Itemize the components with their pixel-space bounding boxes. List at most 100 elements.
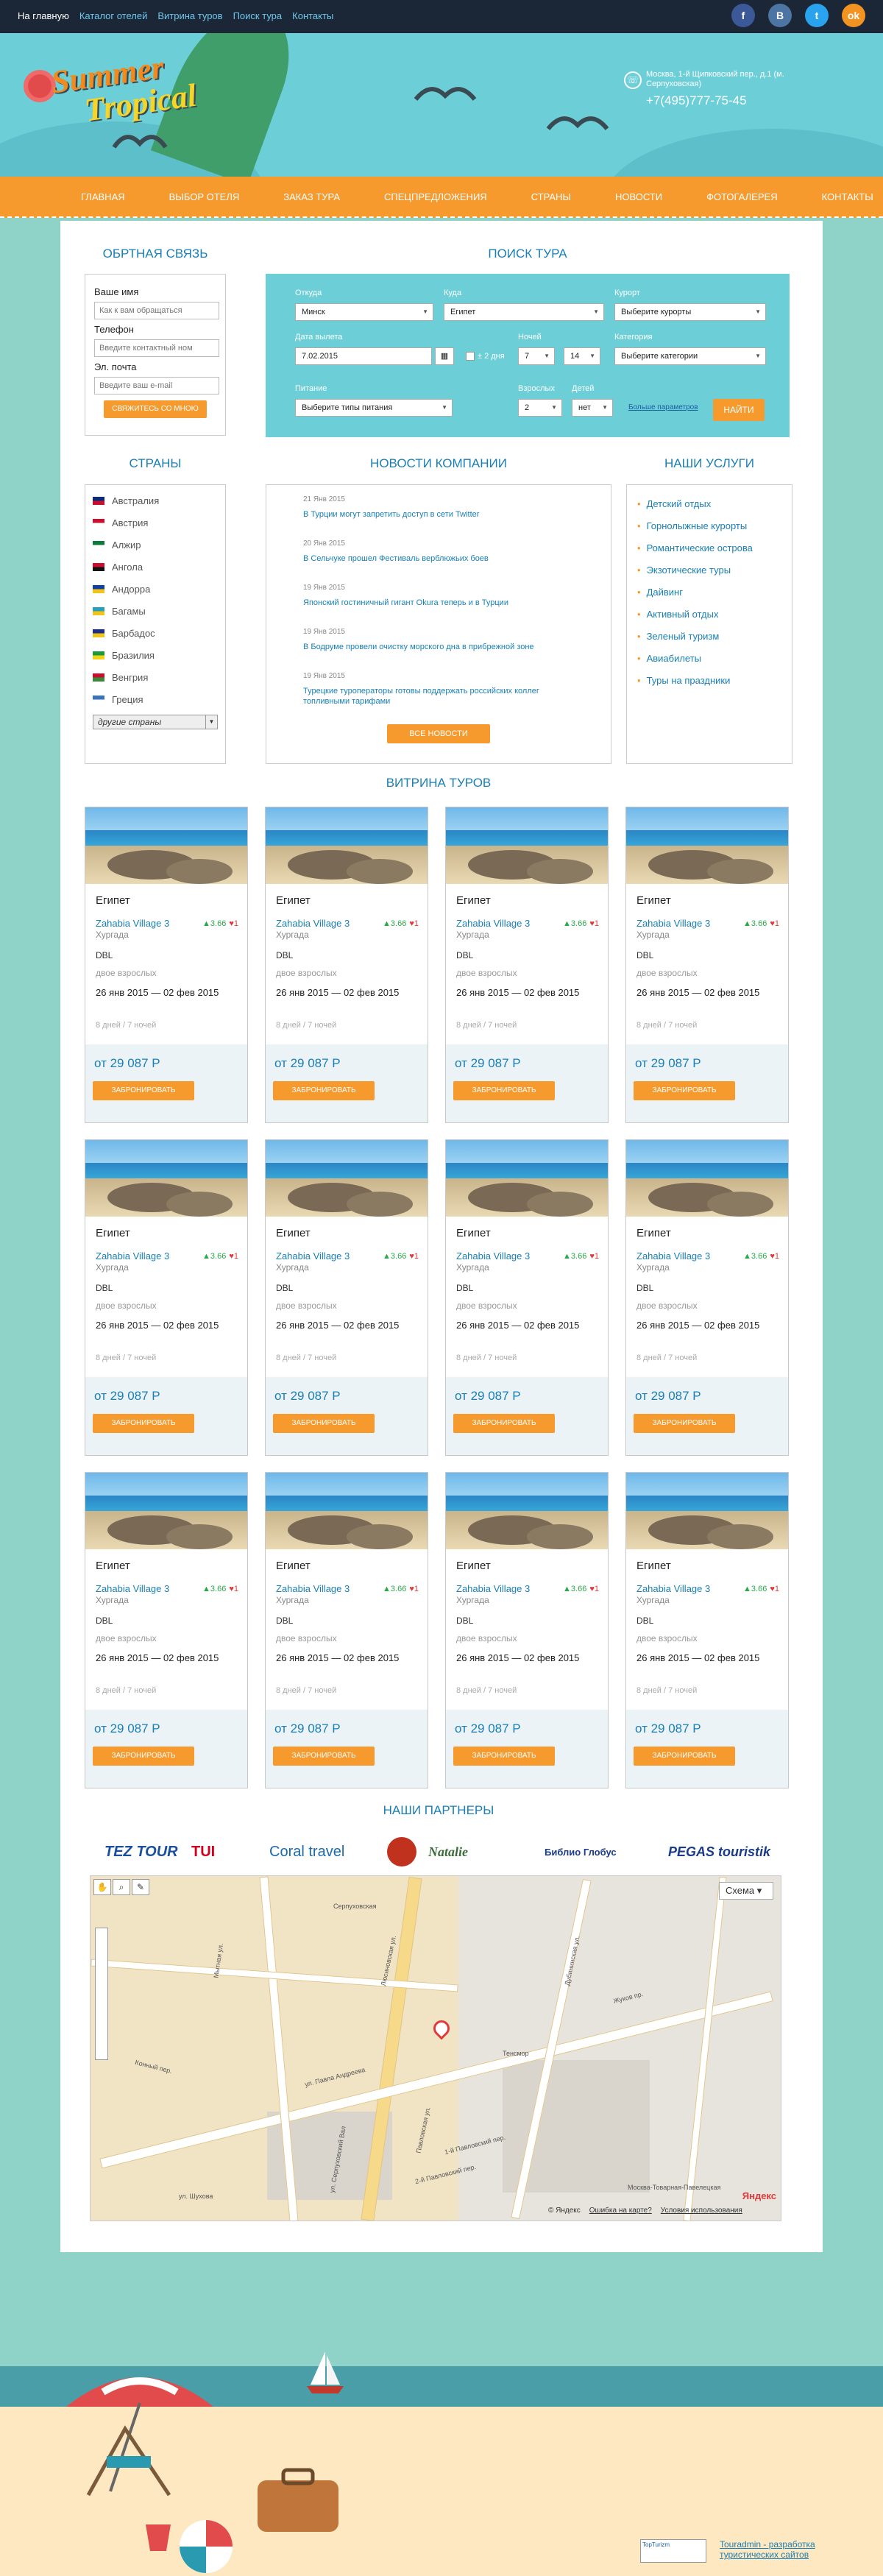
- mainnav-item[interactable]: ВЫБОР ОТЕЛЯ: [169, 191, 240, 202]
- topnav-link-showcase[interactable]: Витрина туров: [157, 10, 222, 21]
- adults-select[interactable]: 2 ▼: [518, 399, 562, 417]
- mainnav-item[interactable]: ГЛАВНАЯ: [81, 191, 125, 202]
- book-button[interactable]: ЗАБРОНИРОВАТЬ: [93, 1081, 194, 1100]
- tour-hotel-link[interactable]: Zahabia Village 3: [636, 918, 710, 929]
- hand-icon[interactable]: ✋: [93, 1879, 111, 1895]
- tour-photo[interactable]: [266, 1140, 428, 1217]
- mainnav-item[interactable]: СПЕЦПРЕДЛОЖЕНИЯ: [384, 191, 487, 202]
- service-item[interactable]: • Активный отдых: [637, 609, 792, 631]
- twitter-icon[interactable]: t: [805, 4, 829, 27]
- footer-credit-link[interactable]: Touradmin - разработка туристических сай…: [720, 2539, 830, 2560]
- mainnav-item[interactable]: СТРАНЫ: [531, 191, 571, 202]
- tour-hotel-link[interactable]: Zahabia Village 3: [636, 1583, 710, 1594]
- topturizm-counter[interactable]: TopTurizm: [640, 2539, 706, 2563]
- partner-logo-natalie[interactable]: Natalie: [428, 1839, 468, 1865]
- map-pin-icon[interactable]: [430, 2017, 453, 2040]
- to-select[interactable]: Египет ▼: [444, 303, 604, 321]
- country-item[interactable]: Багамы: [93, 600, 218, 622]
- partner-logo-tez[interactable]: TEZ TOUR: [104, 1839, 178, 1865]
- name-input[interactable]: [94, 302, 219, 319]
- news-link[interactable]: Японский гостиничный гигант Okura теперь…: [303, 598, 583, 608]
- country-item[interactable]: Венгрия: [93, 666, 218, 688]
- service-item[interactable]: • Экзотические туры: [637, 565, 792, 587]
- date-input[interactable]: 7.02.2015: [295, 347, 432, 365]
- tour-hotel-link[interactable]: Zahabia Village 3: [456, 918, 530, 929]
- tour-hotel-link[interactable]: Zahabia Village 3: [636, 1250, 710, 1262]
- calendar-icon[interactable]: ▦: [435, 347, 454, 365]
- map-scheme-select[interactable]: Схема ▾: [719, 1882, 773, 1900]
- tour-photo[interactable]: [85, 1140, 247, 1217]
- plus-minus-2-checkbox[interactable]: [466, 352, 475, 361]
- tour-photo[interactable]: [85, 1473, 247, 1549]
- service-item[interactable]: • Дайвинг: [637, 587, 792, 609]
- email-input[interactable]: [94, 377, 219, 394]
- topnav-link-contacts[interactable]: Контакты: [292, 10, 333, 21]
- magnifier-icon[interactable]: ⌕: [113, 1879, 130, 1895]
- book-button[interactable]: ЗАБРОНИРОВАТЬ: [634, 1414, 735, 1433]
- find-button[interactable]: НАЙТИ: [713, 399, 765, 421]
- map-terms-link[interactable]: Условия использования: [661, 2207, 742, 2215]
- country-item[interactable]: Греция: [93, 688, 218, 710]
- odnoklassniki-icon[interactable]: ok: [842, 4, 865, 27]
- meal-select[interactable]: Выберите типы питания ▼: [295, 399, 453, 417]
- book-button[interactable]: ЗАБРОНИРОВАТЬ: [93, 1414, 194, 1433]
- tour-hotel-link[interactable]: Zahabia Village 3: [96, 1250, 169, 1262]
- yandex-map[interactable]: ул. Павла Андреева Павловская ул. 2-й Па…: [90, 1875, 781, 2221]
- book-button[interactable]: ЗАБРОНИРОВАТЬ: [273, 1747, 375, 1766]
- nights-from-select[interactable]: 7 ▼: [518, 347, 555, 365]
- phone-input[interactable]: [94, 339, 219, 357]
- book-button[interactable]: ЗАБРОНИРОВАТЬ: [634, 1747, 735, 1766]
- tour-photo[interactable]: [85, 807, 247, 884]
- service-item[interactable]: • Зеленый туризм: [637, 631, 792, 653]
- map-error-link[interactable]: Ошибка на карте?: [589, 2207, 652, 2215]
- mainnav-item[interactable]: КОНТАКТЫ: [822, 191, 873, 202]
- partner-logo-pegas[interactable]: PEGAS touristik: [668, 1839, 770, 1865]
- tour-photo[interactable]: [446, 807, 608, 884]
- mainnav-item[interactable]: ЗАКАЗ ТУРА: [283, 191, 340, 202]
- book-button[interactable]: ЗАБРОНИРОВАТЬ: [273, 1414, 375, 1433]
- vk-icon[interactable]: B: [768, 4, 792, 27]
- news-link[interactable]: В Турции могут запретить доступ в сети T…: [303, 509, 583, 520]
- news-link[interactable]: В Сельчуке прошел Фестиваль верблюжьих б…: [303, 553, 583, 564]
- tour-hotel-link[interactable]: Zahabia Village 3: [456, 1583, 530, 1594]
- tour-hotel-link[interactable]: Zahabia Village 3: [276, 918, 350, 929]
- other-countries-select[interactable]: другие страны ▼: [93, 715, 218, 729]
- partner-logo-coral[interactable]: Coral travel: [269, 1839, 344, 1865]
- book-button[interactable]: ЗАБРОНИРОВАТЬ: [273, 1081, 375, 1100]
- country-item[interactable]: Австрия: [93, 512, 218, 534]
- kids-select[interactable]: нет ▼: [572, 399, 613, 417]
- resort-select[interactable]: Выберите курорты ▼: [614, 303, 766, 321]
- header-phone[interactable]: +7(495)777-75-45: [646, 93, 808, 108]
- category-select[interactable]: Выберите категории ▼: [614, 347, 766, 365]
- tour-hotel-link[interactable]: Zahabia Village 3: [276, 1250, 350, 1262]
- tour-photo[interactable]: [266, 807, 428, 884]
- partner-logo-tui[interactable]: TUI: [191, 1839, 215, 1865]
- service-item[interactable]: • Горнолыжные курорты: [637, 520, 792, 542]
- from-select[interactable]: Минск ▼: [295, 303, 433, 321]
- partner-logo-biblio[interactable]: Библио Глобус: [545, 1839, 617, 1865]
- country-item[interactable]: Андорра: [93, 578, 218, 600]
- all-news-button[interactable]: ВСЕ НОВОСТИ: [387, 724, 490, 743]
- contact-me-button[interactable]: СВЯЖИТЕСЬ СО МНОЮ: [104, 400, 207, 418]
- tour-photo[interactable]: [446, 1473, 608, 1549]
- facebook-icon[interactable]: f: [731, 4, 755, 27]
- topnav-link-hotels[interactable]: Каталог отелей: [79, 10, 148, 21]
- book-button[interactable]: ЗАБРОНИРОВАТЬ: [453, 1081, 555, 1100]
- tour-hotel-link[interactable]: Zahabia Village 3: [456, 1250, 530, 1262]
- service-item[interactable]: • Туры на праздники: [637, 675, 792, 697]
- book-button[interactable]: ЗАБРОНИРОВАТЬ: [93, 1747, 194, 1766]
- tour-photo[interactable]: [626, 1473, 788, 1549]
- service-item[interactable]: • Детский отдых: [637, 498, 792, 520]
- country-item[interactable]: Австралия: [93, 489, 218, 512]
- book-button[interactable]: ЗАБРОНИРОВАТЬ: [634, 1081, 735, 1100]
- topnav-home-link[interactable]: На главную: [18, 10, 69, 21]
- tour-photo[interactable]: [626, 1140, 788, 1217]
- country-item[interactable]: Ангола: [93, 556, 218, 578]
- nights-to-select[interactable]: 14 ▼: [564, 347, 600, 365]
- news-link[interactable]: В Бодруме провели очистку морского дна в…: [303, 642, 583, 652]
- service-item[interactable]: • Авиабилеты: [637, 653, 792, 675]
- more-params-link[interactable]: Больше параметров: [628, 403, 698, 411]
- zoom-slider[interactable]: [95, 1928, 108, 2060]
- mainnav-item[interactable]: НОВОСТИ: [615, 191, 662, 202]
- tour-photo[interactable]: [446, 1140, 608, 1217]
